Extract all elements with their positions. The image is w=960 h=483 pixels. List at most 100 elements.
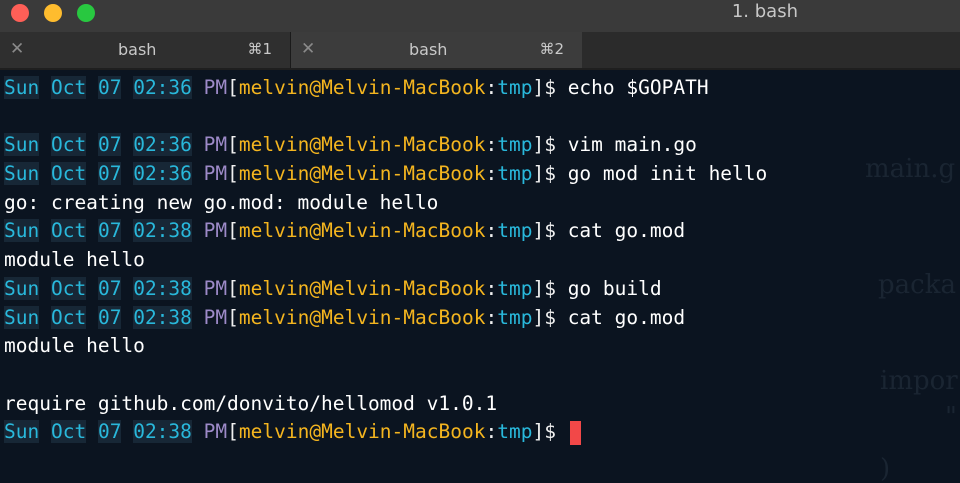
- prompt-host: Melvin-MacBook: [321, 76, 486, 99]
- background-code-text: impor: [880, 366, 958, 396]
- background-code-text: ): [880, 454, 891, 483]
- prompt-month: Oct: [50, 305, 87, 329]
- prompt-line: Sun Oct 07 02:36 PM[melvin@Melvin-MacBoo…: [4, 162, 768, 186]
- output-line: go: creating new go.mod: module hello: [4, 189, 767, 218]
- prompt-dir: tmp: [497, 76, 533, 99]
- command-text: go mod init hello: [567, 162, 768, 186]
- prompt-day: Sun: [4, 162, 40, 186]
- prompt-dir: tmp: [497, 133, 533, 157]
- prompt-ampm: PM: [203, 420, 228, 444]
- title-bar: 1. bash: [0, 0, 960, 32]
- terminal-output[interactable]: main.g packa impor " ) Sun Oct 07 02:36 …: [0, 70, 960, 483]
- prompt-host: Melvin-MacBook: [321, 219, 486, 243]
- prompt-dir: tmp: [497, 162, 533, 186]
- prompt-ampm: PM: [203, 219, 228, 243]
- command-text: go build: [567, 276, 662, 300]
- prompt-time: 02:38: [133, 305, 192, 329]
- tab-label: bash: [409, 40, 448, 59]
- prompt-date: 07: [97, 133, 122, 157]
- tab-shortcut: ⌘1: [247, 40, 272, 58]
- window-title: 1. bash: [731, 1, 798, 22]
- prompt-dir: tmp: [497, 305, 533, 329]
- tab-bash-2[interactable]: ✕ bash ⌘2: [291, 32, 582, 68]
- tab-label: bash: [118, 40, 157, 59]
- prompt-user: melvin: [238, 276, 310, 300]
- tab-shortcut: ⌘2: [539, 40, 564, 58]
- prompt-user: melvin: [238, 76, 310, 99]
- terminal-window: 1. bash ✕ bash ⌘1 ✕ bash ⌘2 main.g packa…: [0, 0, 960, 483]
- output-text: module hello: [4, 248, 145, 272]
- prompt-ampm: PM: [203, 76, 228, 99]
- prompt-month: Oct: [50, 76, 87, 99]
- prompt-month: Oct: [50, 420, 87, 444]
- prompt-line: Sun Oct 07 02:38 PM[melvin@Melvin-MacBoo…: [4, 418, 767, 447]
- terminal-lines: Sun Oct 07 02:36 PM[melvin@Melvin-MacBoo…: [4, 74, 767, 447]
- text-cursor: [569, 420, 581, 445]
- prompt-date: 07: [97, 420, 122, 444]
- prompt-line: Sun Oct 07 02:36 PM[melvin@Melvin-MacBoo…: [4, 76, 709, 99]
- prompt-month: Oct: [50, 276, 87, 300]
- prompt-dir: tmp: [497, 420, 533, 444]
- prompt-ampm: PM: [203, 162, 228, 186]
- prompt-time: 02:36: [133, 162, 192, 186]
- output-line: module hello: [4, 246, 767, 275]
- output-line: module hello: [4, 332, 767, 361]
- prompt-day: Sun: [4, 305, 40, 329]
- prompt-day: Sun: [4, 76, 40, 99]
- prompt-date: 07: [97, 76, 122, 99]
- prompt-host: Melvin-MacBook: [321, 162, 486, 186]
- close-tab-icon[interactable]: ✕: [301, 39, 315, 59]
- prompt-date: 07: [97, 276, 122, 300]
- prompt-time: 02:36: [133, 76, 192, 99]
- prompt-day: Sun: [4, 420, 40, 444]
- command-text: vim main.go: [567, 133, 697, 157]
- zoom-window-button[interactable]: [77, 4, 95, 22]
- prompt-user: melvin: [238, 420, 310, 444]
- prompt-user: melvin: [238, 305, 310, 329]
- tab-bar: ✕ bash ⌘1 ✕ bash ⌘2: [0, 32, 960, 68]
- tab-bash-1[interactable]: ✕ bash ⌘1: [0, 32, 290, 68]
- command-text: echo $GOPATH: [567, 76, 709, 99]
- prompt-user: melvin: [238, 162, 310, 186]
- prompt-day: Sun: [4, 276, 40, 300]
- prompt-date: 07: [97, 162, 122, 186]
- background-code-text: ": [945, 402, 957, 432]
- output-line: require github.com/donvito/hellomod v1.0…: [4, 390, 767, 419]
- background-code-text: main.g: [865, 154, 956, 184]
- prompt-host: Melvin-MacBook: [321, 305, 486, 329]
- prompt-month: Oct: [50, 133, 87, 157]
- prompt-day: Sun: [4, 219, 40, 243]
- prompt-time: 02:38: [133, 420, 192, 444]
- prompt-line: Sun Oct 07 02:36 PM[melvin@Melvin-MacBoo…: [4, 133, 697, 157]
- prompt-dir: tmp: [497, 276, 533, 300]
- prompt-ampm: PM: [203, 133, 228, 157]
- close-tab-icon[interactable]: ✕: [10, 39, 24, 59]
- prompt-user: melvin: [238, 219, 310, 243]
- output-text: module hello: [4, 334, 145, 358]
- prompt-host: Melvin-MacBook: [321, 276, 486, 300]
- prompt-user: melvin: [238, 133, 310, 157]
- output-text: require github.com/donvito/hellomod v1.0…: [4, 391, 498, 415]
- prompt-line: Sun Oct 07 02:38 PM[melvin@Melvin-MacBoo…: [4, 276, 662, 300]
- prompt-day: Sun: [4, 133, 40, 157]
- prompt-date: 07: [97, 305, 122, 329]
- prompt-month: Oct: [50, 162, 87, 186]
- prompt-month: Oct: [50, 219, 87, 243]
- prompt-host: Melvin-MacBook: [321, 133, 486, 157]
- prompt-date: 07: [97, 219, 122, 243]
- prompt-ampm: PM: [203, 305, 228, 329]
- prompt-ampm: PM: [203, 276, 228, 300]
- minimize-window-button[interactable]: [44, 4, 62, 22]
- prompt-dir: tmp: [497, 219, 533, 243]
- output-text: go: creating new go.mod: module hello: [4, 190, 439, 214]
- prompt-time: 02:38: [133, 219, 192, 243]
- prompt-time: 02:38: [133, 276, 192, 300]
- prompt-line: Sun Oct 07 02:38 PM[melvin@Melvin-MacBoo…: [4, 305, 686, 329]
- close-window-button[interactable]: [11, 4, 29, 22]
- command-text: cat go.mod: [567, 305, 686, 329]
- background-code-text: packa: [878, 270, 956, 300]
- prompt-line: Sun Oct 07 02:38 PM[melvin@Melvin-MacBoo…: [4, 219, 686, 243]
- command-text: cat go.mod: [567, 219, 686, 243]
